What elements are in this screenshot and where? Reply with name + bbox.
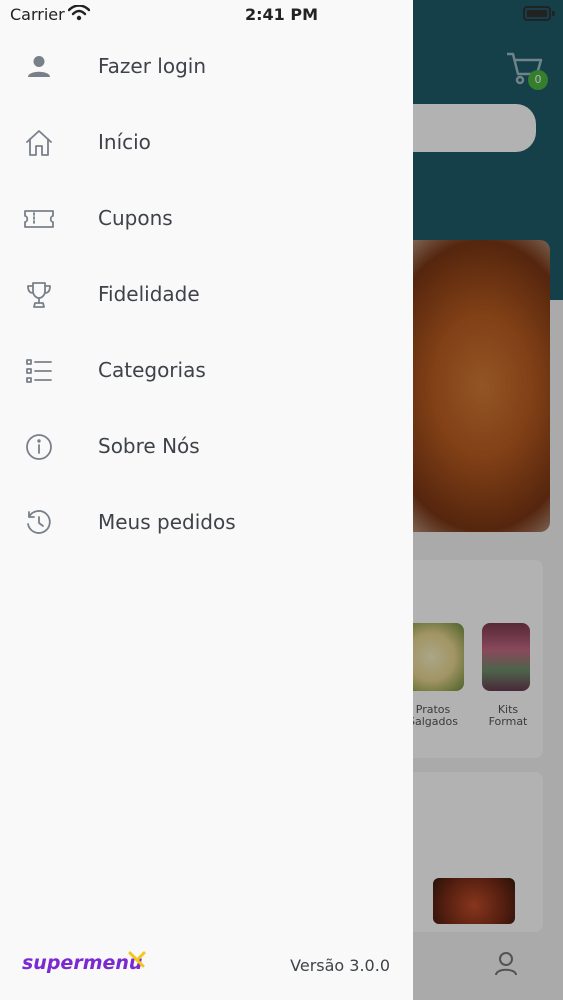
battery-icon <box>523 6 555 21</box>
home-icon <box>22 126 56 160</box>
menu-item-login[interactable]: Fazer login <box>0 38 413 94</box>
history-icon <box>22 506 56 540</box>
menu-item-label: Fazer login <box>98 54 207 78</box>
menu-item-meus-pedidos[interactable]: Meus pedidos <box>0 494 413 550</box>
trophy-icon <box>22 278 56 312</box>
user-icon <box>22 50 56 84</box>
status-time: 2:41 PM <box>244 5 318 24</box>
menu-item-label: Sobre Nós <box>98 434 200 458</box>
ticket-icon <box>22 202 56 236</box>
app-version: Versão 3.0.0 <box>290 956 390 975</box>
logo-mark-icon <box>128 951 146 973</box>
menu-item-cupons[interactable]: Cupons <box>0 190 413 246</box>
menu-item-label: Meus pedidos <box>98 510 236 534</box>
menu-item-label: Cupons <box>98 206 173 230</box>
menu-item-sobre-nos[interactable]: Sobre Nós <box>0 418 413 474</box>
info-icon <box>22 430 56 464</box>
navigation-drawer: Fazer login Início Cupons Fidelidade Cat… <box>0 0 413 1000</box>
menu-item-label: Fidelidade <box>98 282 200 306</box>
menu-item-categorias[interactable]: Categorias <box>0 342 413 398</box>
status-bar: Carrier 2:41 PM <box>0 0 563 28</box>
supermenu-logo: supermenu <box>22 952 143 974</box>
list-icon <box>22 354 56 388</box>
menu-item-fidelidade[interactable]: Fidelidade <box>0 266 413 322</box>
menu-item-label: Início <box>98 130 151 154</box>
menu-item-label: Categorias <box>98 358 206 382</box>
menu-item-inicio[interactable]: Início <box>0 114 413 170</box>
